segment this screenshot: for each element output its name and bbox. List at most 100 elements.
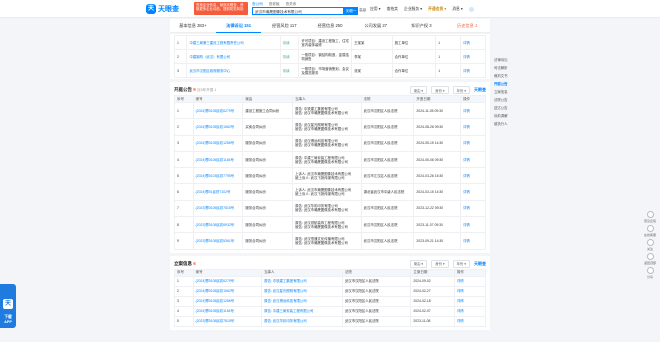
floating-toolbar: 意见反馈 在线客服 关注 返回顶部 分享 xyxy=(642,210,658,280)
sidebar-item[interactable]: 被执行人 xyxy=(494,120,534,128)
detail-link[interactable]: 详情 xyxy=(460,216,486,234)
nav-vip[interactable]: 开通会员 ▾ xyxy=(428,6,446,12)
detail-link[interactable]: 详情 xyxy=(460,118,486,136)
filter-year-2[interactable]: 年份 ▾ xyxy=(452,259,470,268)
top-nav: 应用 ▾ 查拍卖 企业服务 ▾ 开通会员 ▾ 消息 ▾ xyxy=(370,6,474,12)
filing-filters: 案由 ▾ 身份 ▾ 年份 ▾ 天眼查 xyxy=(409,259,486,268)
party-link[interactable]: 原告: 武汉华彩印务有限公司 xyxy=(261,315,343,327)
table-cell: 7 xyxy=(174,199,194,218)
column-header: 操作 xyxy=(460,95,486,103)
case-number-link[interactable]: (2024)鄂0105民初6279号 xyxy=(192,101,244,120)
floating-button[interactable]: 分享 xyxy=(642,266,658,280)
party-link[interactable]: 原告: 中铁建工集团有限公司 xyxy=(261,275,343,287)
filing-info-card: 立案信息 6 案由 ▾ 身份 ▾ 年份 ▾ 天眼查 序号 案号 当事人 法院 立案日期操… xyxy=(170,255,490,330)
tab-ip[interactable]: 知识产权 3 xyxy=(399,23,445,29)
detail-link[interactable]: 详情 xyxy=(453,285,487,297)
tab-development[interactable]: 公司发展 27 xyxy=(353,23,399,29)
filter-role[interactable]: 身份 ▾ xyxy=(431,86,449,94)
sidebar-item[interactable]: 立案信息 xyxy=(494,88,534,96)
advanced-search-link[interactable]: 高级 xyxy=(359,8,366,13)
table-cell: 5 xyxy=(174,315,194,327)
main-content: 基本信息 383+ 法律诉讼 151 经营风险 117 经营信息 250 公司发… xyxy=(170,19,490,330)
filter-year[interactable]: 年份 ▾ xyxy=(452,86,470,94)
detail-link[interactable]: 详情 xyxy=(460,134,486,152)
sidebar-item[interactable]: 裁判文书 xyxy=(494,72,534,80)
download-app-badge[interactable]: 天 下载 APP xyxy=(0,284,16,328)
case-number-link[interactable]: (2023)鄂0105民初6932号 xyxy=(192,216,244,234)
logo[interactable]: 天 天眼查 xyxy=(146,3,190,15)
floating-button[interactable]: 意见反馈 xyxy=(642,210,658,224)
filter-cause-2[interactable]: 案由 ▾ xyxy=(409,259,428,268)
column-header: 案号 xyxy=(192,268,263,277)
table-cell: 武汉市汉阳区人民法院 xyxy=(360,199,415,218)
table-cell: 1 xyxy=(174,101,194,120)
section-title-filing: 立案信息 6 xyxy=(174,260,196,266)
table-cell: 4 xyxy=(174,305,194,317)
tab-risk[interactable]: 经营风险 117 xyxy=(261,23,307,29)
detail-link[interactable]: 详情 xyxy=(453,275,487,287)
column-header: 当事人 xyxy=(261,268,343,277)
tab-business[interactable]: 经营信息 250 xyxy=(307,23,353,29)
nav-auction[interactable]: 查拍卖 xyxy=(387,7,398,12)
table-cell: 2023-09-21 14:30 xyxy=(413,232,462,250)
detail-link[interactable]: 详情 xyxy=(460,232,486,250)
sidebar-item[interactable]: 送达公告 xyxy=(494,104,534,112)
detail-link[interactable]: 详情 xyxy=(453,295,487,307)
detail-link[interactable]: 详情 xyxy=(460,183,486,201)
case-number-link[interactable]: (2023)鄂0105民初7815号 xyxy=(192,199,244,218)
table-cell: 2024-08-26 09:30 xyxy=(413,118,462,136)
detail-link[interactable]: 详情 xyxy=(453,305,487,317)
promo-banner[interactable]: 查找企业信息，就用天眼查，获取更多企业动态，提前防范风险 xyxy=(194,2,248,15)
detail-link[interactable]: 详情 xyxy=(460,63,486,78)
table-cell: 武汉市汉阳区人民法院 xyxy=(341,285,412,297)
filter-role-2[interactable]: 身份 ▾ xyxy=(431,259,449,268)
sidebar-item[interactable]: 法律诉讼 xyxy=(494,56,534,64)
detail-link[interactable]: 详情 xyxy=(460,35,486,50)
detail-link[interactable]: 详情 xyxy=(460,101,486,120)
sidebar-item[interactable]: 司法解析 xyxy=(494,64,534,72)
hearing-filters: 案由 ▾ 身份 ▾ 年份 ▾ 天眼查 xyxy=(409,86,486,94)
case-number-link[interactable]: (2024)鄂0105民初1562号 xyxy=(192,118,244,136)
nav-apps[interactable]: 应用 ▾ xyxy=(370,6,381,12)
table-cell: 2024-11-05 09:30 xyxy=(413,101,462,120)
party-link[interactable]: 原告: 武汉星光照明有限公司 xyxy=(261,285,343,297)
sidebar-item[interactable]: 法院公告 xyxy=(494,96,534,104)
search-button[interactable]: 天眼一下 xyxy=(344,7,358,21)
case-number-link[interactable]: (2024)鄂0105民初1286号 xyxy=(192,295,263,307)
party-link[interactable]: 原告: 中建三局安装工程有限公司 xyxy=(261,305,343,317)
case-number-link[interactable]: (2024)鄂0103民初7795号 xyxy=(192,167,244,185)
tab-legal[interactable]: 法律诉讼 151 xyxy=(215,19,262,33)
tab-basic[interactable]: 基本信息 383+ xyxy=(170,23,216,29)
sidebar-item[interactable]: 诉前调解 xyxy=(494,112,534,120)
search-input[interactable]: 武汉市瀚晟图像技术有限公司 xyxy=(252,7,344,15)
case-number-link[interactable]: (2024)鄂0105民初1184号 xyxy=(192,305,263,317)
floating-button[interactable]: 在线客服 xyxy=(642,224,658,238)
case-number-link[interactable]: (2024)鄂0105民初1562号 xyxy=(192,285,263,297)
detail-link[interactable]: 详情 xyxy=(460,49,486,64)
sidebar-item[interactable]: 开庭公告 xyxy=(494,80,534,88)
party-link[interactable]: 原告: 武汉博远科技有限公司 xyxy=(261,295,343,307)
tab-history[interactable]: 历史信息 1 xyxy=(444,23,490,29)
company-link[interactable]: 中建钢构（武汉）有限公司 xyxy=(186,49,281,64)
nav-messages[interactable]: 消息 ▾ xyxy=(452,6,463,12)
table-cell: 武汉市汉阳区人民法院 xyxy=(360,134,415,152)
floating-button[interactable]: 关注 xyxy=(642,238,658,252)
detail-link[interactable]: 详情 xyxy=(460,150,486,169)
case-number-link[interactable]: (2024)鄂0105民初1286号 xyxy=(192,134,244,152)
case-number-link[interactable]: (2023)鄂0105民初7815号 xyxy=(192,315,263,327)
filter-cause[interactable]: 案由 ▾ xyxy=(409,86,428,94)
floating-button[interactable]: 返回顶部 xyxy=(642,252,658,266)
company-link[interactable]: 中建三局第三建设工程有限责任公司 xyxy=(186,35,281,50)
table-row: 1 (2024)鄂0105民初6279号 原告: 中铁建工集团有限公司 武汉市汉阳区人… xyxy=(174,275,487,287)
company-link[interactable]: 武汉市汉阳区政府服务中心 xyxy=(186,63,281,78)
table-cell: 8 xyxy=(174,216,194,234)
detail-link[interactable]: 详情 xyxy=(460,167,486,185)
nav-enterprise[interactable]: 企业服务 ▾ xyxy=(404,6,422,12)
case-number-link[interactable]: (2024)鄂0105民初6279号 xyxy=(192,275,263,287)
avatar[interactable] xyxy=(468,6,474,12)
case-number-link[interactable]: (2024)鄂01民终7102号 xyxy=(192,183,244,201)
detail-link[interactable]: 详情 xyxy=(453,315,487,327)
case-number-link[interactable]: (2023)鄂0105民初5361号 xyxy=(192,232,244,250)
detail-link[interactable]: 详情 xyxy=(460,199,486,218)
case-number-link[interactable]: (2024)鄂0105民初1184号 xyxy=(192,150,244,169)
